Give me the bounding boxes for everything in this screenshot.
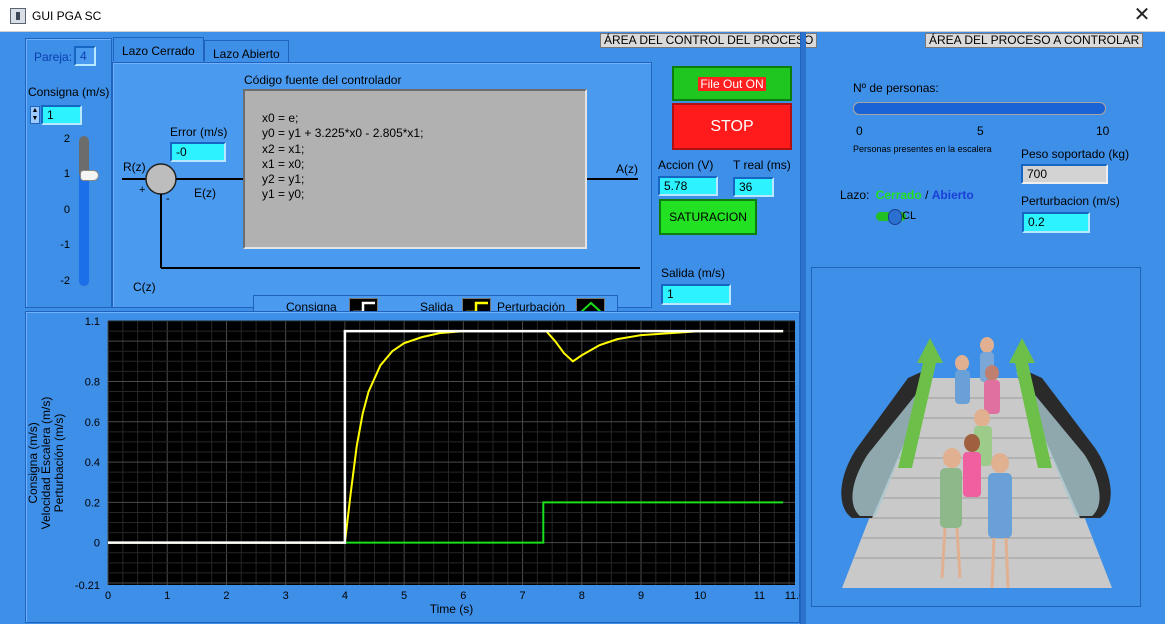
area-divider: [800, 32, 806, 624]
pareja-label: Pareja:: [34, 50, 73, 64]
response-chart: 0 1 2 3 4 5 6 7 8 9 10 11 11.6 1.1 0.8 0.6 0.4 0.2 0 -0.21 T…: [26, 316, 800, 616]
y-axis-label: Consigna (m/s): [26, 422, 40, 503]
x-tick-label: 11: [754, 590, 765, 602]
control-area-header: ÁREA DEL CONTROL DEL PROCESO: [600, 33, 818, 48]
file-out-button[interactable]: File Out ON: [672, 66, 792, 101]
consigna-input[interactable]: 1: [41, 105, 82, 125]
slider-tick-label: -1: [60, 239, 70, 251]
personas-tick: 5: [977, 124, 984, 138]
personas-tick: 0: [856, 124, 863, 138]
controller-code[interactable]: x0 = e; y0 = y1 + 3.225*x0 - 2.805*x1; x…: [243, 89, 587, 249]
treal-indicator: 36: [733, 177, 774, 197]
window-title: GUI PGA SC: [32, 9, 102, 23]
consigna-slider-fill: [79, 175, 89, 286]
peso-indicator: 700: [1021, 164, 1108, 184]
file-out-label: File Out ON: [698, 77, 766, 91]
switch-knob: [888, 209, 902, 225]
treal-label: T real (ms): [733, 158, 791, 172]
slider-tick-label: 1: [63, 168, 70, 180]
lazo-abierto-text: Abierto: [931, 188, 974, 202]
consigna-slider-thumb[interactable]: [80, 170, 99, 181]
y-tick-label: 1.1: [85, 316, 100, 328]
x-tick-label: 6: [460, 590, 466, 602]
x-axis-label: Time (s): [430, 602, 474, 616]
x-tick-label: 11.6: [785, 590, 800, 602]
escalator-illustration: [841, 337, 1112, 589]
x-tick-label: 1: [164, 590, 170, 602]
code-line: x1 = x0;: [262, 156, 305, 171]
x-tick-label: 7: [520, 590, 526, 602]
personas-caption: Personas presentes en la escalera: [853, 144, 992, 154]
pareja-indicator: 4: [74, 46, 96, 66]
perturbacion-label: Perturbacion (m/s): [1021, 194, 1120, 208]
consigna-label: Consigna (m/s): [28, 85, 110, 99]
y-tick-label: 0.8: [85, 376, 100, 388]
client-area: Pareja: 4 Consigna (m/s) ▲ ▼ 1 2 1 0 -1 -…: [0, 32, 1165, 624]
error-label: Error (m/s): [170, 125, 228, 139]
code-line: x2 = x1;: [262, 141, 305, 156]
x-tick-label: 3: [283, 590, 289, 602]
lazo-cerrado-text: Cerrado: [875, 188, 922, 202]
process-area-header: ÁREA DEL PROCESO A CONTROLAR: [925, 33, 1144, 48]
title-bar: GUI PGA SC ✕: [0, 0, 1165, 32]
peso-label: Peso soportado (kg): [1021, 147, 1130, 161]
x-tick-label: 10: [694, 590, 706, 602]
switch-text: CL: [902, 210, 917, 222]
saturacion-indicator: SATURACION: [659, 199, 757, 235]
code-line: y1 = y0;: [262, 187, 305, 202]
close-button[interactable]: ✕: [1119, 0, 1165, 32]
slider-tick-label: 2: [63, 133, 70, 145]
slider-tick-label: -2: [60, 275, 70, 287]
personas-label: Nº de personas:: [853, 81, 939, 95]
x-tick-label: 5: [401, 590, 407, 602]
y-tick-label: 0.6: [85, 417, 100, 429]
y-tick-label: 0.4: [85, 457, 100, 469]
x-tick-label: 2: [223, 590, 229, 602]
x-tick-label: 4: [342, 590, 348, 602]
consigna-stepper[interactable]: ▲ ▼: [30, 106, 40, 124]
plot-area: [108, 321, 795, 585]
x-tick-label: 8: [579, 590, 585, 602]
c-label: C(z): [133, 280, 156, 294]
salida-label: Salida (m/s): [661, 266, 726, 280]
y-tick-label: 0.2: [85, 497, 100, 509]
y-tick-label: 0: [94, 538, 100, 550]
lazo-switch[interactable]: CL: [876, 209, 917, 225]
tab-lazo-abierto[interactable]: Lazo Abierto: [204, 40, 289, 62]
code-line: x0 = e;: [262, 111, 299, 125]
salida-indicator: 1: [661, 284, 731, 305]
personas-bar-fill: [854, 103, 1105, 114]
lazo-label: Lazo: Cerrado / Abierto: [840, 188, 974, 202]
app-icon: [10, 8, 26, 24]
y-tick-label: -0.21: [75, 580, 100, 592]
tab-lazo-cerrado[interactable]: Lazo Cerrado: [113, 37, 204, 61]
code-title: Código fuente del controlador: [244, 73, 402, 87]
stop-button[interactable]: STOP: [672, 103, 792, 150]
escalator-panel: [811, 267, 1141, 607]
accion-indicator: 5.78: [658, 176, 718, 196]
lazo-prefix: Lazo:: [840, 188, 870, 202]
y-axis-label: Velocidad Escalera (m/s): [39, 397, 53, 530]
lazo-slash: /: [925, 188, 929, 202]
personas-tick: 10: [1096, 124, 1110, 138]
x-tick-label: 0: [105, 590, 111, 602]
x-tick-label: 9: [638, 590, 644, 602]
code-line: y0 = y1 + 3.225*x0 - 2.805*x1;: [262, 126, 424, 141]
slider-tick-label: 0: [63, 204, 70, 216]
accion-label: Accion (V): [658, 158, 714, 172]
y-axis-label: Perturbación (m/s): [52, 414, 66, 513]
code-line: y2 = y1;: [262, 172, 305, 187]
perturbacion-input[interactable]: 0.2: [1022, 212, 1090, 233]
